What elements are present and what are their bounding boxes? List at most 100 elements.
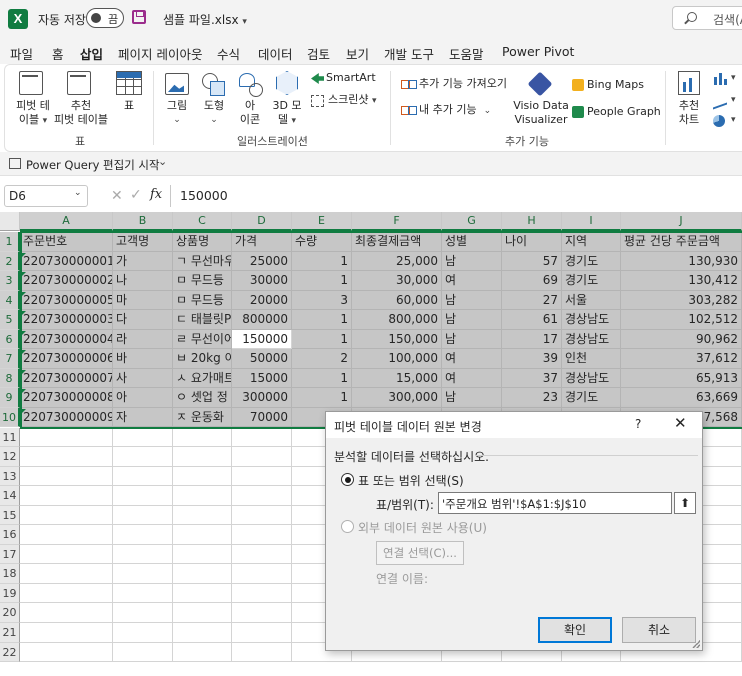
- column-header-b[interactable]: B: [113, 212, 173, 231]
- cell[interactable]: 23: [502, 388, 562, 408]
- cell[interactable]: 경상남도: [562, 368, 621, 389]
- row-header-11[interactable]: 11: [0, 427, 20, 447]
- bing-maps-icon[interactable]: [572, 79, 584, 91]
- cell[interactable]: 100,000: [352, 349, 442, 369]
- cell[interactable]: 여: [442, 349, 502, 369]
- cell[interactable]: ㅁ 무드등: [173, 290, 232, 311]
- smartart-button[interactable]: SmartArt: [326, 71, 376, 85]
- column-header-a[interactable]: A: [20, 212, 113, 231]
- cell[interactable]: [20, 486, 113, 506]
- cell[interactable]: [173, 564, 232, 584]
- cell[interactable]: 300000: [232, 388, 292, 408]
- cell[interactable]: 남: [442, 251, 502, 272]
- cell[interactable]: ㄷ 태블릿P: [173, 310, 232, 330]
- cell[interactable]: 1: [292, 271, 352, 291]
- cell[interactable]: 130,412: [621, 271, 742, 291]
- cell[interactable]: 1: [292, 310, 352, 330]
- my-addins-button[interactable]: 내 추가 기능 ⌄: [419, 103, 491, 118]
- cell[interactable]: [232, 544, 292, 565]
- cell[interactable]: 800000: [232, 310, 292, 330]
- cell[interactable]: [20, 447, 113, 467]
- cell[interactable]: 57: [502, 251, 562, 272]
- cell[interactable]: ㅂ 20kg 이: [173, 349, 232, 369]
- icons-icon[interactable]: [239, 73, 263, 97]
- row-header-14[interactable]: 14: [0, 486, 20, 506]
- row-header-9[interactable]: 9: [0, 388, 20, 408]
- cell[interactable]: 17: [502, 329, 562, 350]
- cell[interactable]: [113, 544, 173, 565]
- cell[interactable]: 1: [292, 251, 352, 272]
- cell[interactable]: [113, 505, 173, 526]
- 3d-model-icon[interactable]: [276, 71, 298, 95]
- cell[interactable]: 30,000: [352, 271, 442, 291]
- cell[interactable]: 15,000: [352, 368, 442, 389]
- row-header-8[interactable]: 8: [0, 368, 20, 389]
- cell[interactable]: 27: [502, 290, 562, 311]
- line-chart-icon[interactable]: [713, 92, 727, 110]
- cell[interactable]: 220730000006: [20, 349, 113, 369]
- cell[interactable]: 마: [113, 290, 173, 311]
- cell[interactable]: [20, 505, 113, 526]
- option-external-source-label[interactable]: 외부 데이터 원본 사용(U): [358, 519, 487, 536]
- cell[interactable]: [20, 642, 113, 663]
- cell[interactable]: [113, 623, 173, 643]
- cell[interactable]: 130,930: [621, 251, 742, 272]
- get-addins-icon[interactable]: [401, 77, 417, 91]
- cell[interactable]: [232, 623, 292, 643]
- cell[interactable]: [113, 486, 173, 506]
- row-header-16[interactable]: 16: [0, 525, 20, 545]
- range-input[interactable]: '주문개요 범위'!$A$1:$J$10: [438, 492, 672, 514]
- people-graph-button[interactable]: People Graph: [587, 105, 661, 119]
- row-header-12[interactable]: 12: [0, 447, 20, 467]
- column-header-h[interactable]: H: [502, 212, 562, 231]
- cell[interactable]: [113, 447, 173, 467]
- tab-power-pivot[interactable]: Power Pivot: [502, 44, 574, 59]
- cell[interactable]: 나: [113, 271, 173, 291]
- cell[interactable]: 25,000: [352, 251, 442, 272]
- cell[interactable]: ㄹ 무선이어: [173, 329, 232, 350]
- row-header-10[interactable]: 10: [0, 407, 20, 428]
- cell[interactable]: 800,000: [352, 310, 442, 330]
- select-all-corner[interactable]: [0, 212, 20, 231]
- cell[interactable]: 300,000: [352, 388, 442, 408]
- column-header-i[interactable]: I: [562, 212, 621, 231]
- icons-button[interactable]: 아 이콘: [233, 99, 267, 127]
- column-header-c[interactable]: C: [173, 212, 232, 231]
- cell[interactable]: 303,282: [621, 290, 742, 311]
- cell[interactable]: [173, 525, 232, 545]
- cell[interactable]: 고객명: [113, 232, 173, 252]
- cell[interactable]: 15000: [232, 368, 292, 389]
- column-header-e[interactable]: E: [292, 212, 352, 231]
- cell[interactable]: [173, 623, 232, 643]
- picture-icon[interactable]: [165, 73, 189, 95]
- recommended-pivot-icon[interactable]: [67, 71, 91, 95]
- screenshot-button[interactable]: 스크린샷 ▾: [328, 93, 377, 108]
- cell[interactable]: [113, 466, 173, 487]
- people-graph-icon[interactable]: [572, 106, 584, 118]
- bar-chart-icon[interactable]: [713, 73, 727, 85]
- cell[interactable]: ㅈ 운동화: [173, 407, 232, 428]
- cell[interactable]: ㅇ 셋업 정: [173, 388, 232, 408]
- cell[interactable]: [173, 427, 232, 447]
- row-header-19[interactable]: 19: [0, 583, 20, 604]
- cell[interactable]: 102,512: [621, 310, 742, 330]
- cell[interactable]: [20, 525, 113, 545]
- cell[interactable]: 가: [113, 251, 173, 272]
- bing-maps-button[interactable]: Bing Maps: [587, 78, 644, 92]
- power-query-button[interactable]: Power Query 편집기 시작: [26, 157, 160, 173]
- cell[interactable]: 220730000005: [20, 290, 113, 311]
- row-header-4[interactable]: 4: [0, 290, 20, 311]
- row-header-2[interactable]: 2: [0, 251, 20, 272]
- file-name[interactable]: 샘플 파일.xlsx ▾: [163, 11, 247, 28]
- cell[interactable]: 남: [442, 329, 502, 350]
- cell[interactable]: 남: [442, 388, 502, 408]
- row-header-20[interactable]: 20: [0, 603, 20, 623]
- cell[interactable]: 경상남도: [562, 329, 621, 350]
- cell[interactable]: [173, 642, 232, 663]
- cell[interactable]: [113, 603, 173, 623]
- tab-insert[interactable]: 삽입: [80, 44, 104, 68]
- picture-button[interactable]: 그림 ⌄: [161, 99, 193, 127]
- cancel-button[interactable]: 취소: [622, 617, 696, 643]
- cell[interactable]: [232, 603, 292, 623]
- row-header-22[interactable]: 22: [0, 642, 20, 663]
